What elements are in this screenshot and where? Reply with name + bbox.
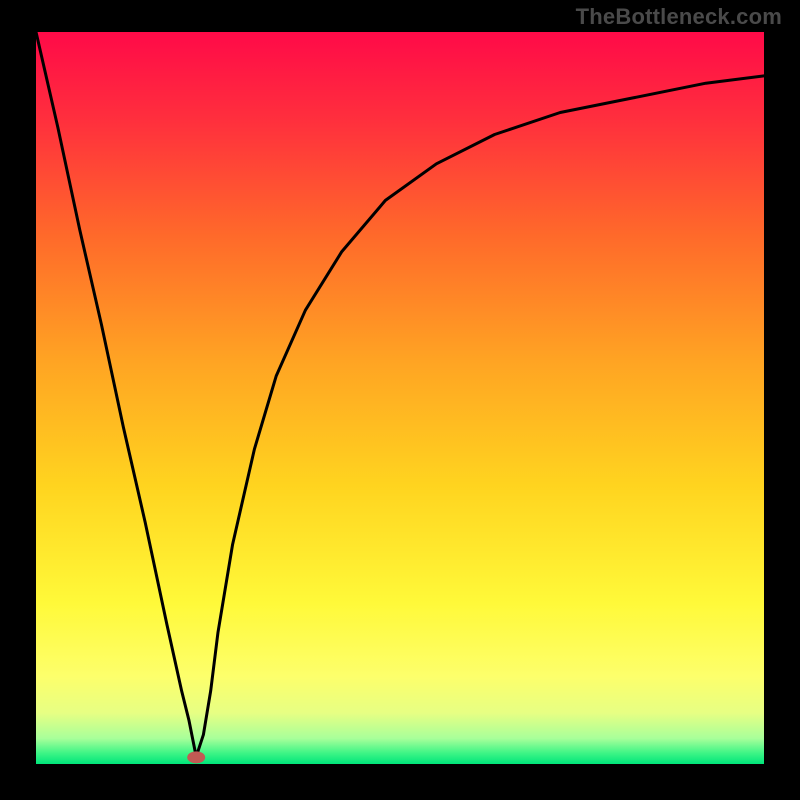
plot-area [36,32,764,764]
plot-svg [36,32,764,764]
min-marker [187,751,205,763]
watermark-text: TheBottleneck.com [576,4,782,30]
gradient-background [36,32,764,764]
chart-frame: TheBottleneck.com [0,0,800,800]
